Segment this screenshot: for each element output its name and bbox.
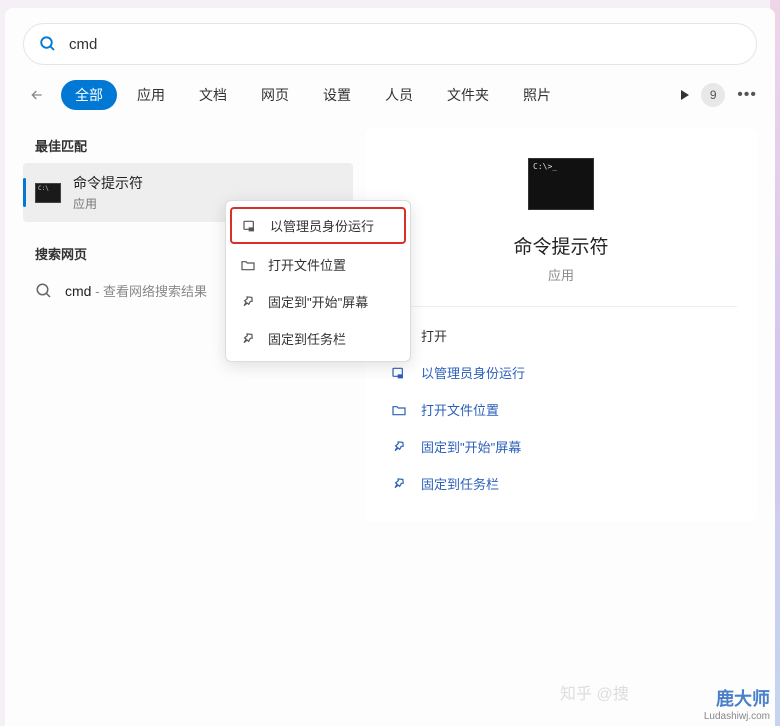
filter-tab-5[interactable]: 人员 <box>371 80 427 110</box>
arrow-left-icon <box>29 87 45 103</box>
result-name: 命令提示符 <box>73 173 143 193</box>
cmd-app-icon <box>35 183 61 203</box>
context-menu-item-3[interactable]: 固定到任务栏 <box>226 320 410 357</box>
web-term: cmd - 查看网络搜索结果 <box>65 281 207 300</box>
preview-action-2[interactable]: 打开文件位置 <box>385 391 737 428</box>
context-menu-item-2[interactable]: 固定到"开始"屏幕 <box>226 283 410 320</box>
filter-tab-3[interactable]: 网页 <box>247 80 303 110</box>
filter-tab-6[interactable]: 文件夹 <box>433 80 503 110</box>
context-menu-item-0[interactable]: 以管理员身份运行 <box>230 207 406 244</box>
filter-right-controls: 9 ••• <box>681 83 757 107</box>
preview-action-0[interactable]: 打开 <box>385 317 737 354</box>
folder-icon <box>240 257 256 273</box>
pin-icon <box>391 439 407 455</box>
search-input[interactable] <box>69 36 741 53</box>
play-icon <box>681 90 689 100</box>
preview-action-3[interactable]: 固定到"开始"屏幕 <box>385 428 737 465</box>
action-label: 打开文件位置 <box>421 400 499 419</box>
action-label: 以管理员身份运行 <box>421 363 525 382</box>
search-panel: 全部应用文档网页设置人员文件夹照片 9 ••• 最佳匹配 命令提示符 应用 搜索… <box>5 8 775 726</box>
context-item-label: 固定到"开始"屏幕 <box>268 292 368 311</box>
search-icon <box>39 35 57 53</box>
context-menu-item-1[interactable]: 打开文件位置 <box>226 246 410 283</box>
best-match-header: 最佳匹配 <box>23 128 353 163</box>
pin-icon <box>240 294 256 310</box>
preview-action-4[interactable]: 固定到任务栏 <box>385 465 737 502</box>
badge-count[interactable]: 9 <box>701 83 725 107</box>
pin-icon <box>240 331 256 347</box>
folder-icon <box>391 402 407 418</box>
admin-icon <box>391 365 407 381</box>
preview-type: 应用 <box>385 265 737 284</box>
context-item-label: 以管理员身份运行 <box>270 216 374 235</box>
action-label: 固定到任务栏 <box>421 474 499 493</box>
preview-title: 命令提示符 <box>385 232 737 259</box>
watermark-ludashi: 鹿大师 Ludashiwj.com <box>704 685 770 722</box>
filter-tab-1[interactable]: 应用 <box>123 80 179 110</box>
search-icon <box>35 282 53 300</box>
admin-icon <box>242 218 258 234</box>
play-button[interactable] <box>681 90 689 100</box>
filter-tab-4[interactable]: 设置 <box>309 80 365 110</box>
action-label: 固定到"开始"屏幕 <box>421 437 521 456</box>
filter-tab-2[interactable]: 文档 <box>185 80 241 110</box>
preview-pane: 命令提示符 应用 打开以管理员身份运行打开文件位置固定到"开始"屏幕固定到任务栏 <box>365 128 757 522</box>
more-button[interactable]: ••• <box>737 86 757 104</box>
search-bar[interactable] <box>23 23 757 65</box>
divider <box>385 306 737 307</box>
preview-action-1[interactable]: 以管理员身份运行 <box>385 354 737 391</box>
context-menu: 以管理员身份运行打开文件位置固定到"开始"屏幕固定到任务栏 <box>225 200 411 362</box>
context-item-label: 固定到任务栏 <box>268 329 346 348</box>
filter-tab-0[interactable]: 全部 <box>61 80 117 110</box>
watermark-zhihu: 知乎 @捜 <box>560 680 629 704</box>
result-type: 应用 <box>73 195 143 212</box>
filter-tab-7[interactable]: 照片 <box>509 80 565 110</box>
preview-app-icon <box>528 158 594 210</box>
pin-icon <box>391 476 407 492</box>
action-label: 打开 <box>421 326 447 345</box>
filter-row: 全部应用文档网页设置人员文件夹照片 9 ••• <box>23 80 757 110</box>
context-item-label: 打开文件位置 <box>268 255 346 274</box>
back-button[interactable] <box>23 81 51 109</box>
